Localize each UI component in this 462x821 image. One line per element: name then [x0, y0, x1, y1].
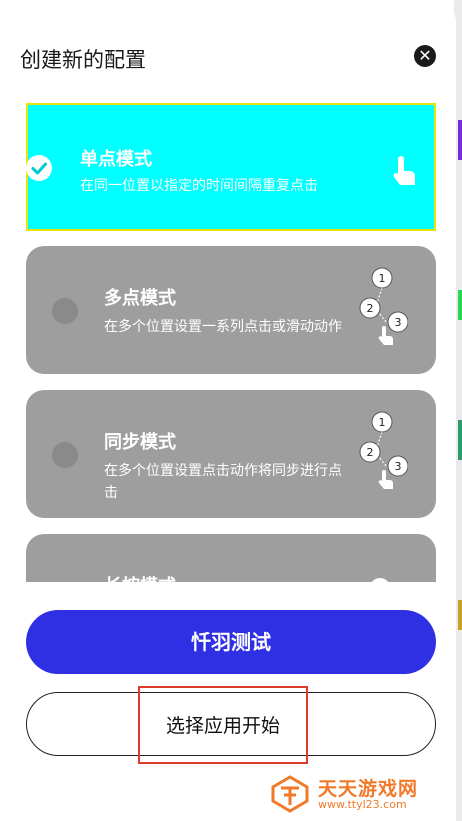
mode-title: 单点模式	[80, 149, 152, 170]
radio-button[interactable]	[52, 298, 78, 324]
mode-title: 同步模式	[104, 432, 176, 453]
mode-card-sync[interactable]: 同步模式 在多个位置设置点击动作将同步进行点击 1 2 3	[26, 390, 436, 518]
watermark-url: www.ttyl23.com	[318, 798, 407, 811]
watermark-logo-icon	[270, 774, 310, 814]
mode-title: 多点模式	[104, 288, 176, 309]
mode-description: 在多个位置设置一系列点击或滑动动作	[104, 319, 342, 335]
sequence-number-3: 3	[395, 316, 402, 329]
check-icon	[26, 155, 52, 181]
multi-tap-sequence-icon: 1 2 3	[356, 410, 409, 490]
tap-hand-icon	[390, 155, 420, 187]
watermark: 天天游戏网 www.ttyl23.com	[270, 772, 456, 816]
mode-list[interactable]: 单点模式 在同一位置以指定的时间间隔重复点击 多点模式 在多个位置设置一系列点击…	[0, 100, 456, 582]
sequence-number-1: 1	[379, 416, 386, 429]
dialog-title: 创建新的配置	[20, 48, 146, 72]
radio-button[interactable]	[52, 442, 78, 468]
mode-description: 在同一位置以指定的时间间隔重复点击	[80, 178, 318, 194]
sequence-number-1: 1	[379, 272, 386, 285]
mode-card-long-press[interactable]: 长按模式	[26, 534, 436, 582]
sequence-number-3: 3	[395, 460, 402, 473]
long-press-icon	[370, 578, 390, 582]
multi-tap-sequence-icon: 1 2 3	[356, 266, 409, 346]
mode-card-multi[interactable]: 多点模式 在多个位置设置一系列点击或滑动动作 1 2 3	[26, 246, 436, 374]
close-icon[interactable]: ✕	[414, 45, 436, 67]
sequence-number-2: 2	[367, 446, 374, 459]
mode-description: 在多个位置设置点击动作将同步进行点击	[104, 463, 342, 501]
mode-card-single[interactable]: 单点模式 在同一位置以指定的时间间隔重复点击	[26, 103, 436, 231]
dialog-header: 创建新的配置 ✕	[20, 42, 436, 76]
select-app-button-label[interactable]: 选择应用开始	[138, 686, 308, 764]
create-config-sheet: 创建新的配置 ✕ 单点模式 在同一位置以指定的时间间隔重复点击 多点模式 在多个…	[0, 0, 456, 821]
primary-button[interactable]: 忏羽测试	[26, 610, 436, 674]
sequence-number-2: 2	[367, 302, 374, 315]
watermark-name: 天天游戏网	[318, 778, 419, 800]
mode-title: 长按模式	[104, 572, 176, 582]
